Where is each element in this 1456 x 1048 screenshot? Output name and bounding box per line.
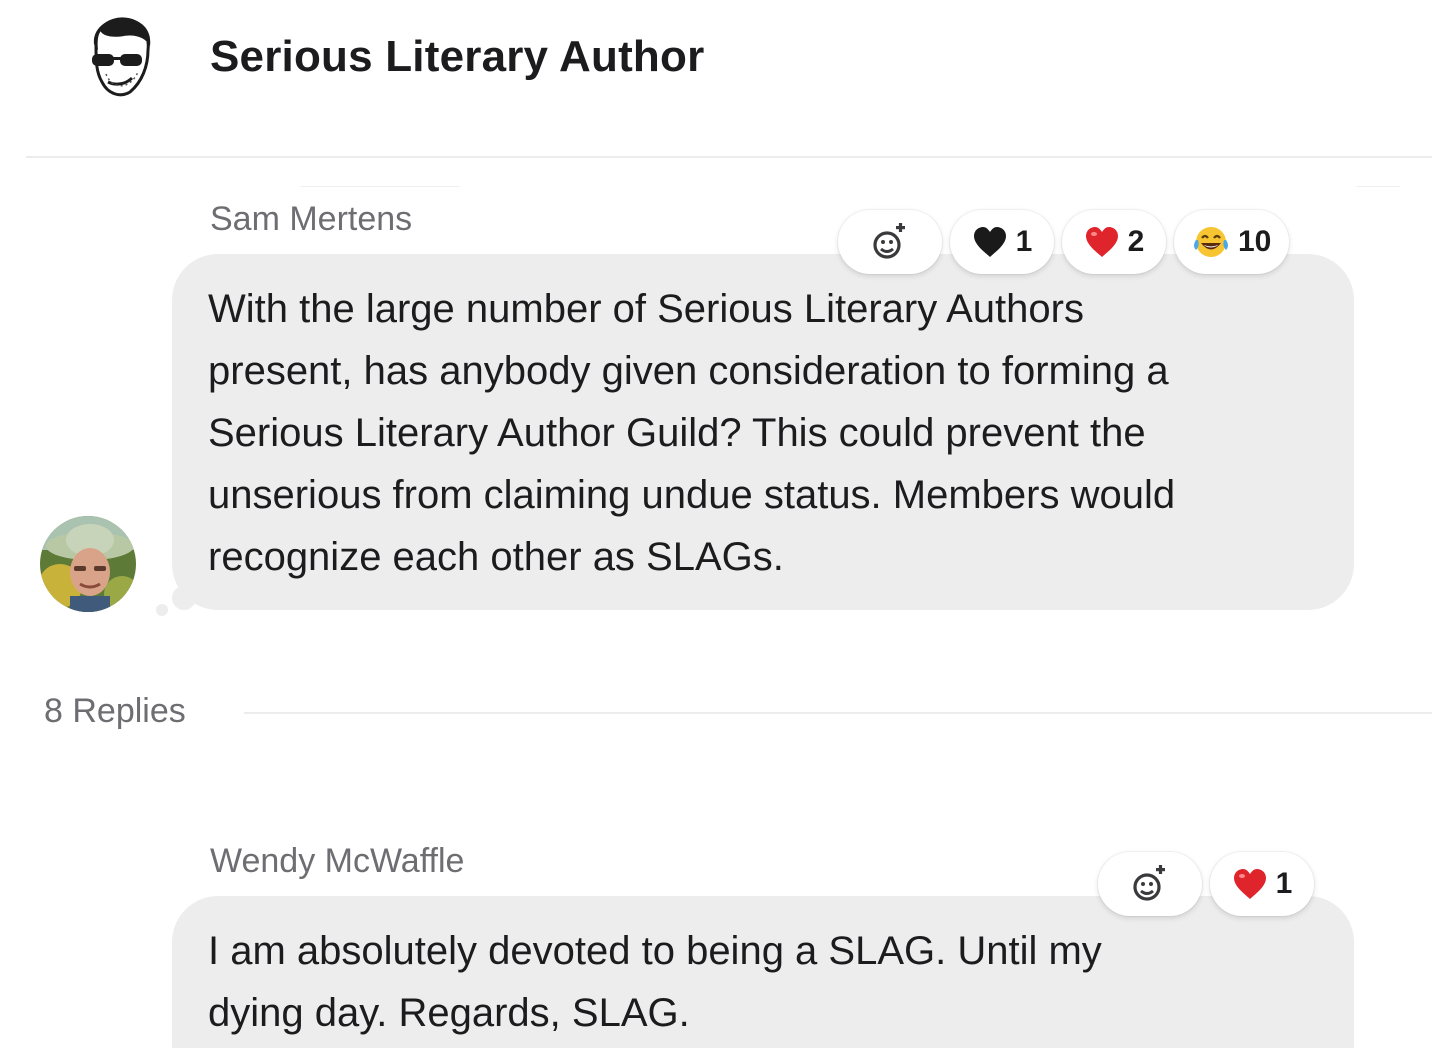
reaction-count: 10 [1238, 225, 1272, 258]
message-sender: Sam Mertens [210, 200, 413, 238]
reply-bubble[interactable]: I am absolutely devoted to being a SLAG.… [172, 896, 1354, 1048]
add-emoji-icon [1133, 865, 1165, 901]
red-heart-icon [1233, 869, 1266, 899]
replies-count[interactable]: 8 Replies [44, 692, 186, 731]
reaction-count: 1 [1015, 225, 1033, 258]
avatar-photo [40, 516, 136, 612]
channel-title: Serious Literary Author [210, 32, 705, 81]
laughing-tears-icon [1194, 227, 1228, 257]
bubble-tail [156, 604, 168, 616]
add-reaction-button[interactable] [1098, 852, 1202, 916]
reaction-count: 1 [1275, 867, 1293, 900]
chat-thread: Serious Literary Author Sam Mertens With… [0, 0, 1456, 1048]
reaction-count: 2 [1127, 225, 1145, 258]
message-bubble[interactable]: With the large number of Serious Literar… [172, 254, 1354, 610]
replies-divider [244, 712, 1432, 714]
black-heart-icon [973, 227, 1006, 257]
message-text: With the large number of Serious Literar… [208, 287, 1176, 579]
message-reactions: 1 2 10 [838, 210, 1290, 274]
author-avatar-icon [92, 17, 151, 97]
reaction-red-heart[interactable]: 1 [1210, 852, 1314, 916]
sender-avatar[interactable] [40, 516, 136, 612]
faint-divider [300, 186, 460, 187]
channel-avatar[interactable] [88, 16, 154, 100]
reply-text: I am absolutely devoted to being a SLAG.… [208, 929, 1102, 1035]
reaction-laughing[interactable]: 10 [1174, 210, 1290, 274]
reply-sender: Wendy McWaffle [210, 842, 465, 880]
reply-reactions: 1 [1098, 852, 1314, 916]
reaction-black-heart[interactable]: 1 [950, 210, 1054, 274]
reaction-red-heart[interactable]: 2 [1062, 210, 1166, 274]
add-reaction-button[interactable] [838, 210, 942, 274]
red-heart-icon [1085, 227, 1118, 257]
faint-divider [1356, 186, 1400, 187]
header-divider [26, 156, 1432, 158]
add-emoji-icon [873, 223, 905, 259]
bubble-tail [172, 586, 196, 610]
